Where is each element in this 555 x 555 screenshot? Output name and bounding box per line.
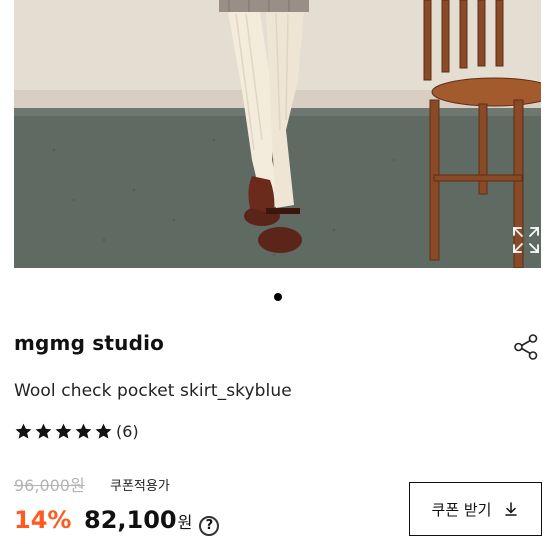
share-icon: [514, 334, 538, 360]
carousel-indicator: [0, 293, 555, 301]
star-icon: [35, 423, 52, 439]
get-coupon-label: 쿠폰 받기: [431, 500, 492, 519]
expand-image-button[interactable]: [498, 212, 541, 268]
product-rating[interactable]: (6): [14, 422, 139, 441]
star-icon: [15, 423, 32, 439]
product-photo-illustration: [14, 0, 541, 268]
discount-rate: 14%: [14, 506, 72, 534]
download-icon: [505, 502, 518, 516]
carousel-dot-active[interactable]: [273, 293, 282, 301]
star-icon: [75, 423, 92, 439]
product-image[interactable]: [14, 0, 541, 268]
star-icon: [95, 423, 112, 439]
currency-unit: 원: [177, 513, 193, 532]
rating-stars: [14, 422, 113, 441]
brand-name[interactable]: mgmg studio: [14, 331, 164, 355]
sale-price: 82,100: [84, 506, 177, 534]
sale-price-group: 82,100 원 ?: [84, 506, 220, 536]
expand-icon: [513, 227, 539, 253]
coupon-price-label: 쿠폰적용가: [110, 479, 170, 494]
star-icon: [55, 423, 72, 439]
help-icon[interactable]: ?: [199, 515, 220, 536]
get-coupon-button[interactable]: 쿠폰 받기: [409, 482, 542, 536]
product-title: Wool check pocket skirt_skyblue: [14, 381, 292, 401]
review-count: (6): [116, 422, 139, 441]
original-price: 96,000원: [14, 476, 85, 495]
share-button[interactable]: [510, 330, 542, 362]
